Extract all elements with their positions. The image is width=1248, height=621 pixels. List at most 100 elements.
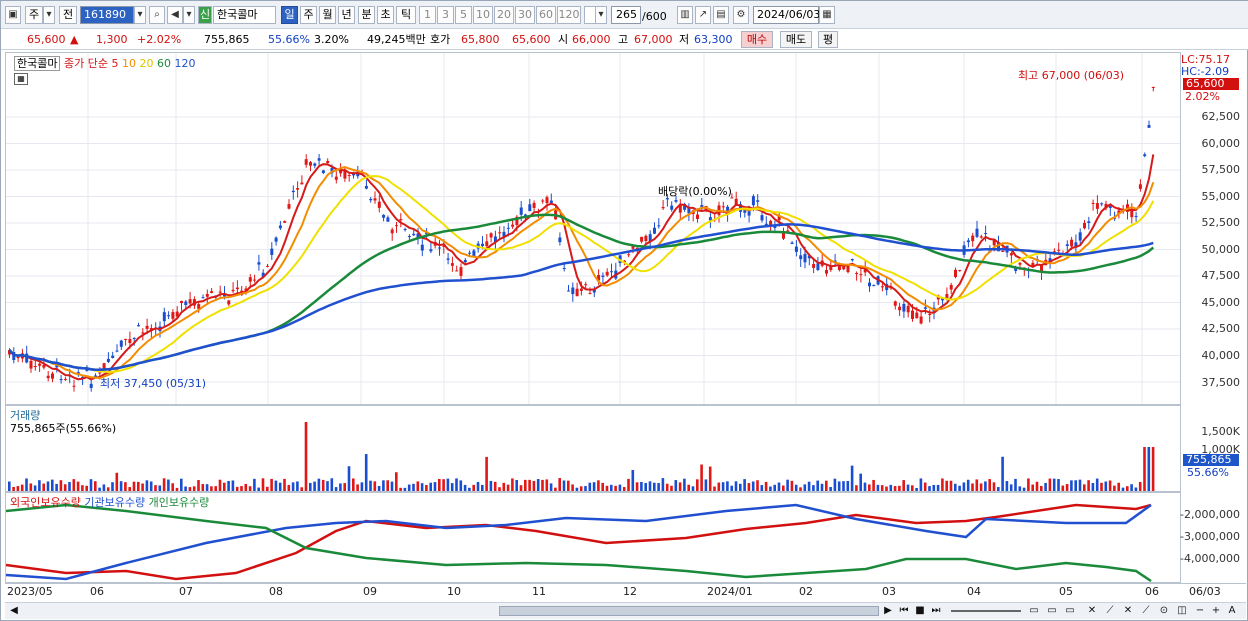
candle-body [760,215,764,221]
volume-bar [326,481,329,491]
period-second[interactable]: 초 [377,6,394,24]
price-axis[interactable]: LC:75.17 HC:-2.09 65,600 2.02% 62,500 60… [1181,52,1246,405]
zoom-out-icon[interactable]: ▭ [1027,604,1041,618]
candle-body [313,163,317,166]
period-minute[interactable]: 분 [358,6,375,24]
tool-icon[interactable]: ⊙ [1157,604,1171,618]
period-month[interactable]: 월 [319,6,336,24]
chevron-down-icon[interactable]: ▾ [134,6,146,24]
interval-1[interactable]: 1 [419,6,436,24]
volume-bar [1130,484,1133,491]
candle-body [162,312,166,322]
candle-body [395,225,398,227]
holdings-axis[interactable]: -2,000,000 -3,000,000 -4,000,000 [1180,492,1246,583]
speaker-icon[interactable]: ◀ [167,6,183,24]
volume-bar [889,484,893,491]
candle-icon[interactable]: ▥ [677,6,693,24]
volume-bar [911,485,914,491]
interval-30[interactable]: 30 [515,6,535,24]
candle-body [201,297,205,299]
minus-icon[interactable]: − [1193,604,1207,618]
export-icon[interactable]: ◫ [1175,604,1189,618]
last-page-icon[interactable]: ⏭ [929,604,943,618]
count-input[interactable]: 265 [611,6,641,24]
scroll-thumb[interactable] [499,606,879,616]
volume-bar [489,480,493,491]
ma120-line [8,223,1154,372]
candle-body [145,325,149,329]
x-tick: 09 [363,585,377,598]
candle-body [59,378,63,381]
pattern-icon[interactable]: ✕ [1121,604,1135,618]
volume-pane[interactable]: 거래량 755,865주(55.66%) [5,405,1181,492]
period-main-select[interactable]: 주 [25,6,43,24]
first-page-icon[interactable]: ⏮ [897,604,911,618]
ma10-line [8,166,1155,380]
volume-bar [278,482,282,491]
trend-icon[interactable]: ⟋ [1139,604,1153,618]
high-label: 고 [618,33,629,46]
crosshair-icon[interactable]: ✕ [1085,604,1099,618]
chevron-down-icon[interactable]: ▾ [595,6,607,24]
holdings-pane[interactable]: 외국인보유수량 기관보유수량 개인보유수량 [5,492,1181,583]
buy-button[interactable]: 매수 [741,31,773,48]
volume-bar [72,479,76,491]
volume-bar [1070,480,1073,491]
volume-axis[interactable]: 1,500K 1,000K 755,865 55.66% [1181,405,1246,492]
period-tick[interactable]: 틱 [396,6,416,24]
stock-name-field[interactable]: 한국콜마 [213,6,276,24]
code-input[interactable]: 161890 [80,6,134,24]
high-annotation: 최고 67,000 (06/03) [1018,69,1125,82]
scroll-bar[interactable]: ◀ ▶ ⏮ ■ ⏭ ▭ ▭ ▭ ✕ ⟋ ✕ ⟋ ⊙ ◫ − + A [5,602,1246,619]
price-pane[interactable]: ▦ 한국콜마 종가 단순 5 10 20 60 120 최고 67,000 (0… [5,52,1181,405]
candle-body [756,200,760,202]
candle-body [958,269,962,271]
candle-body [893,301,897,306]
interval-120[interactable]: 120 [557,6,581,24]
candle-body [1143,154,1147,157]
draw-icon[interactable]: ↗ [695,6,711,24]
candle-body [528,204,532,212]
volume-bar [954,483,957,491]
volume-chart [8,422,1155,491]
period-week[interactable]: 주 [300,6,317,24]
volume-bar [644,483,647,491]
period-year[interactable]: 년 [338,6,355,24]
interval-60[interactable]: 60 [536,6,556,24]
interval-3[interactable]: 3 [437,6,454,24]
volume-tag: 755,865 [1183,454,1239,466]
candle-body [227,300,231,305]
layout-icon[interactable]: ▣ [5,6,21,24]
volume-bar [145,480,149,491]
chevron-down-icon[interactable]: ▾ [183,6,195,24]
calendar-icon[interactable]: ▦ [819,6,835,24]
fit-icon[interactable]: ▭ [1063,604,1077,618]
volume-bar [339,483,342,491]
interval-10[interactable]: 10 [473,6,493,24]
chevron-down-icon[interactable]: ▾ [43,6,55,24]
x-axis[interactable]: 2023/05 06 07 08 09 10 11 12 2024/01 02 … [5,583,1246,601]
text-size-icon[interactable]: A [1225,604,1239,618]
sell-button[interactable]: 매도 [780,31,812,48]
zoom-slider[interactable] [951,610,1021,612]
candle-body [455,270,459,272]
grid-icon[interactable]: ▦ [14,73,28,85]
line-icon[interactable]: ⟋ [1103,604,1117,618]
candle-body [954,269,957,278]
prev-button[interactable]: 전 [59,6,77,24]
interval-20[interactable]: 20 [494,6,514,24]
search-icon[interactable]: ⌕ [149,6,165,24]
candle-body [248,277,252,282]
interval-5[interactable]: 5 [455,6,472,24]
period-day[interactable]: 일 [281,6,298,24]
gear-icon[interactable]: ⚙ [733,6,749,24]
x-tick: 03 [882,585,896,598]
scroll-left-icon[interactable]: ◀ [7,604,21,618]
save-icon[interactable]: ▤ [713,6,729,24]
date-input[interactable]: 2024/06/03 [753,6,820,24]
restore-icon[interactable]: ▭ [1045,604,1059,618]
plus-icon[interactable]: + [1209,604,1223,618]
stop-icon[interactable]: ■ [913,604,927,618]
avg-button[interactable]: 평 [818,31,838,48]
scroll-right-icon[interactable]: ▶ [881,604,895,618]
